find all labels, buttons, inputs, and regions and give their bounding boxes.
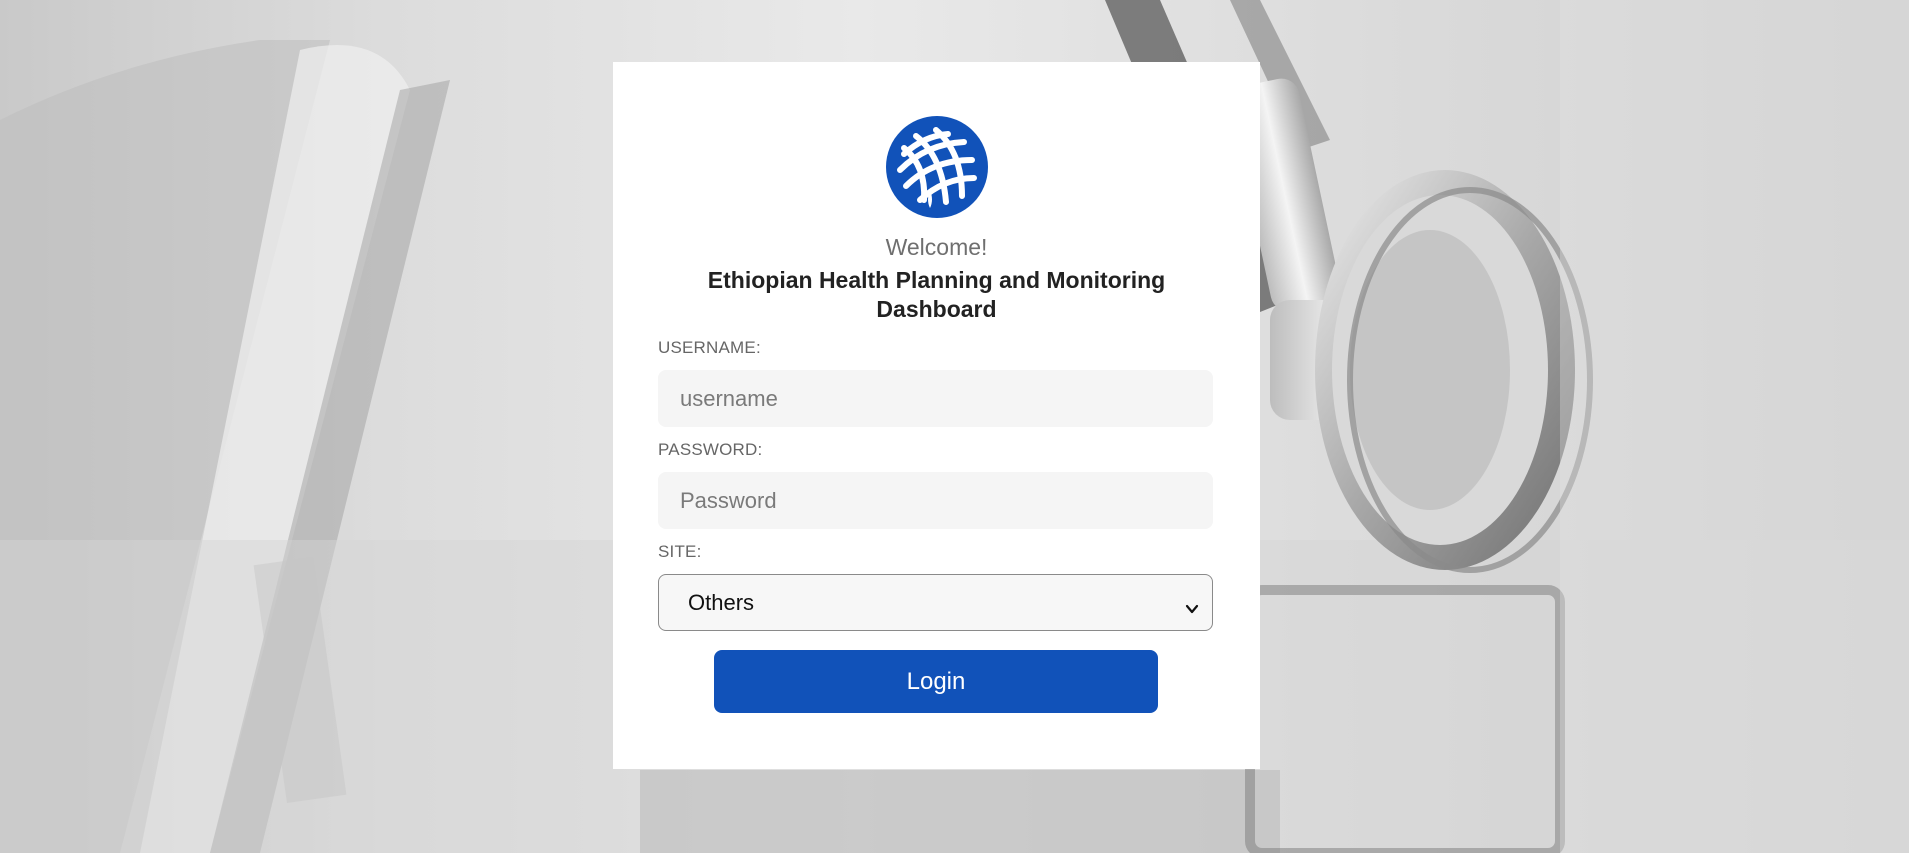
site-select[interactable]: Others: [658, 574, 1213, 631]
site-label: SITE:: [658, 542, 702, 561]
site-selected-value: Others: [688, 589, 755, 615]
chevron-down-icon: [1185, 596, 1199, 613]
login-button[interactable]: Login: [714, 650, 1158, 713]
login-card: Welcome! Ethiopian Health Planning and M…: [613, 62, 1260, 769]
password-label: PASSWORD:: [658, 440, 763, 459]
welcome-text: Welcome!: [885, 234, 988, 260]
woven-emblem-icon: [886, 116, 988, 218]
username-input[interactable]: [658, 370, 1213, 427]
username-label: USERNAME:: [658, 338, 761, 357]
dashboard-title: Ethiopian Health Planning and Monitoring…: [707, 267, 1166, 322]
password-input[interactable]: [658, 472, 1213, 529]
